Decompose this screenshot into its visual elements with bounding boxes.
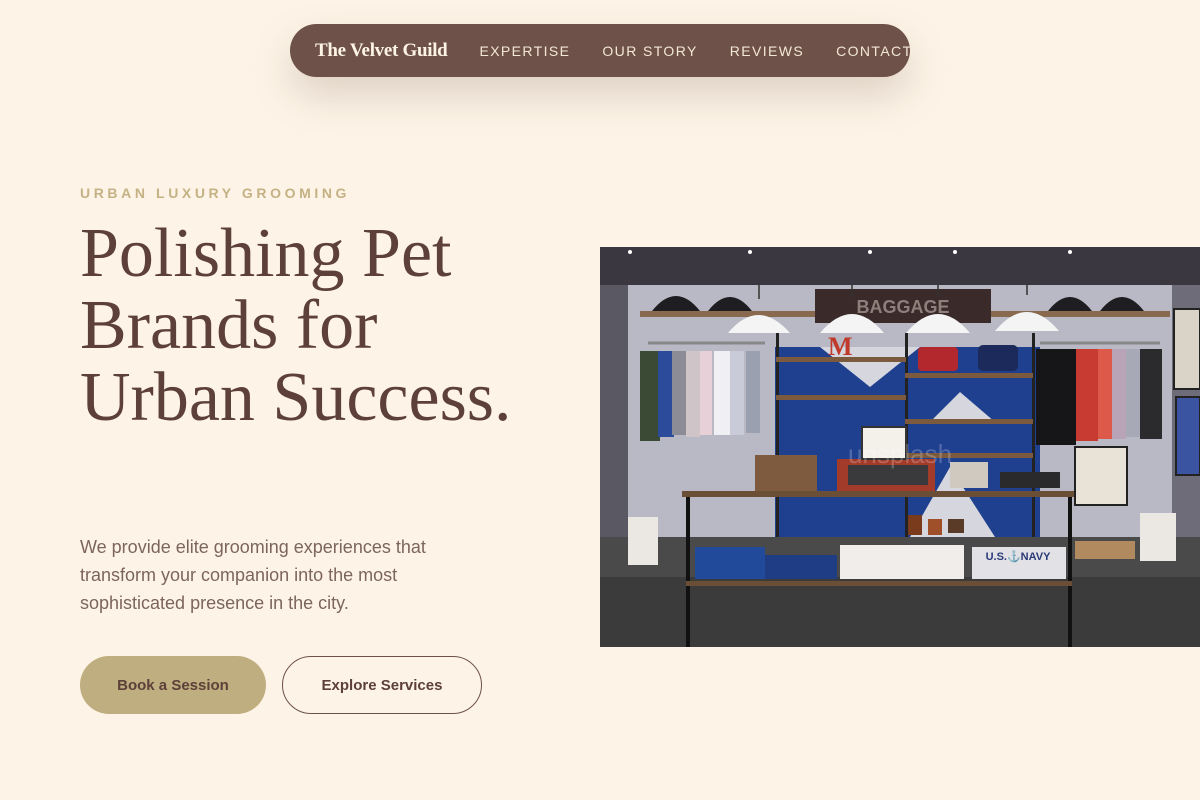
brand-logo[interactable]: The Velvet Guild [315, 40, 448, 62]
nav-link-reviews[interactable]: REVIEWS [730, 43, 804, 59]
hero-headline: Polishing Pet Brands for Urban Success. [80, 215, 512, 436]
book-session-button[interactable]: Book a Session [80, 656, 266, 714]
hero-description: We provide elite grooming experiences th… [80, 537, 426, 613]
hero-store-image: BAGGAGE M U.S.⚓NAVY unsplash [600, 247, 1200, 647]
nav-link-expertise[interactable]: EXPERTISE [479, 43, 570, 59]
top-navigation: The Velvet Guild EXPERTISE OUR STORY REV… [290, 24, 912, 77]
hero-eyebrow: URBAN LUXURY GROOMING [80, 185, 351, 201]
store-interior-illustration: BAGGAGE M U.S.⚓NAVY unsplash [600, 247, 1200, 647]
navy-sweater-text: U.S.⚓NAVY [986, 550, 1051, 563]
shop-sign-text: BAGGAGE [856, 297, 949, 317]
nav-link-contact[interactable]: CONTACT [836, 43, 912, 59]
nav-link-our-story[interactable]: OUR STORY [602, 43, 697, 59]
image-watermark: unsplash [848, 439, 952, 469]
shelf-letter: M [828, 332, 853, 361]
explore-services-button[interactable]: Explore Services [282, 656, 482, 714]
